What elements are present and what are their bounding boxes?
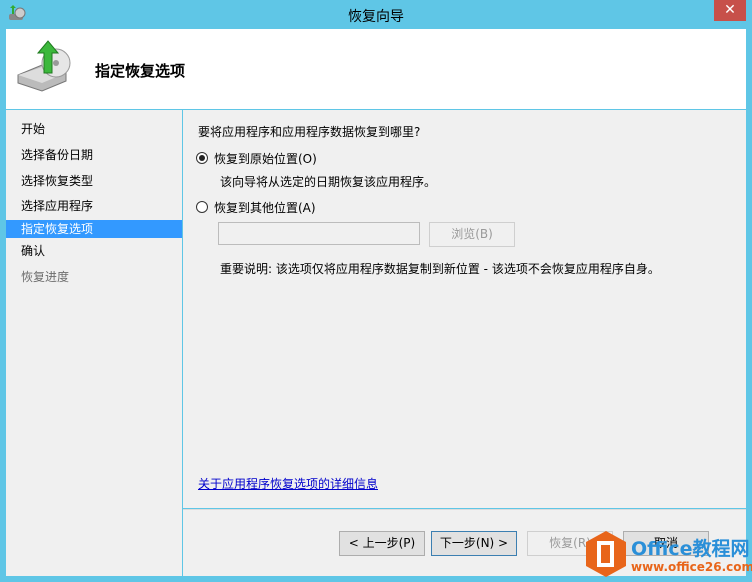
watermark-logo: Office教程网 www.office26.com <box>585 530 752 582</box>
step-start: 开始 <box>21 122 46 136</box>
watermark-brand: Office教程网 <box>631 538 750 560</box>
location-input[interactable] <box>218 222 420 245</box>
option-other-label[interactable]: 恢复到其他位置(A) <box>214 199 316 216</box>
window-title: 恢复向导 <box>348 9 404 25</box>
close-button[interactable]: ✕ <box>714 0 746 21</box>
office-logo-icon <box>586 531 626 577</box>
restore-drive-icon <box>17 40 71 92</box>
more-info-link[interactable]: 关于应用程序恢复选项的详细信息 <box>198 475 378 492</box>
question-label: 要将应用程序和应用程序数据恢复到哪里? <box>198 125 421 139</box>
step-recovery-type: 选择恢复类型 <box>21 174 94 188</box>
step-backup-date: 选择备份日期 <box>21 148 94 162</box>
step-recovery-options: 指定恢复选项 <box>6 220 182 238</box>
watermark-url: www.office26.com <box>631 560 752 574</box>
radio-other-location[interactable] <box>196 201 208 213</box>
browse-button[interactable]: 浏览(B) <box>429 222 515 247</box>
step-select-app: 选择应用程序 <box>21 199 94 213</box>
page-title: 指定恢复选项 <box>95 62 186 80</box>
important-note: 重要说明: 该选项仅将应用程序数据复制到新位置 - 该选项不会恢复应用程序自身。 <box>220 262 660 276</box>
step-confirm: 确认 <box>21 244 46 258</box>
prev-button[interactable]: < 上一步(P) <box>339 531 425 556</box>
wizard-header: 指定恢复选项 <box>6 29 746 109</box>
wizard-steps: 开始 选择备份日期 选择恢复类型 选择应用程序 指定恢复选项 确认 恢复进度 <box>6 110 182 576</box>
option-original-label[interactable]: 恢复到原始位置(O) <box>214 150 317 167</box>
title-bar: 恢复向导 ✕ <box>0 0 752 29</box>
next-button[interactable]: 下一步(N) > <box>431 531 517 556</box>
option-original-desc: 该向导将从选定的日期恢复该应用程序。 <box>220 175 437 189</box>
step-progress: 恢复进度 <box>21 270 70 284</box>
radio-original-location[interactable] <box>196 152 208 164</box>
options-panel: 要将应用程序和应用程序数据恢复到哪里? 恢复到原始位置(O) 该向导将从选定的日… <box>183 110 746 508</box>
